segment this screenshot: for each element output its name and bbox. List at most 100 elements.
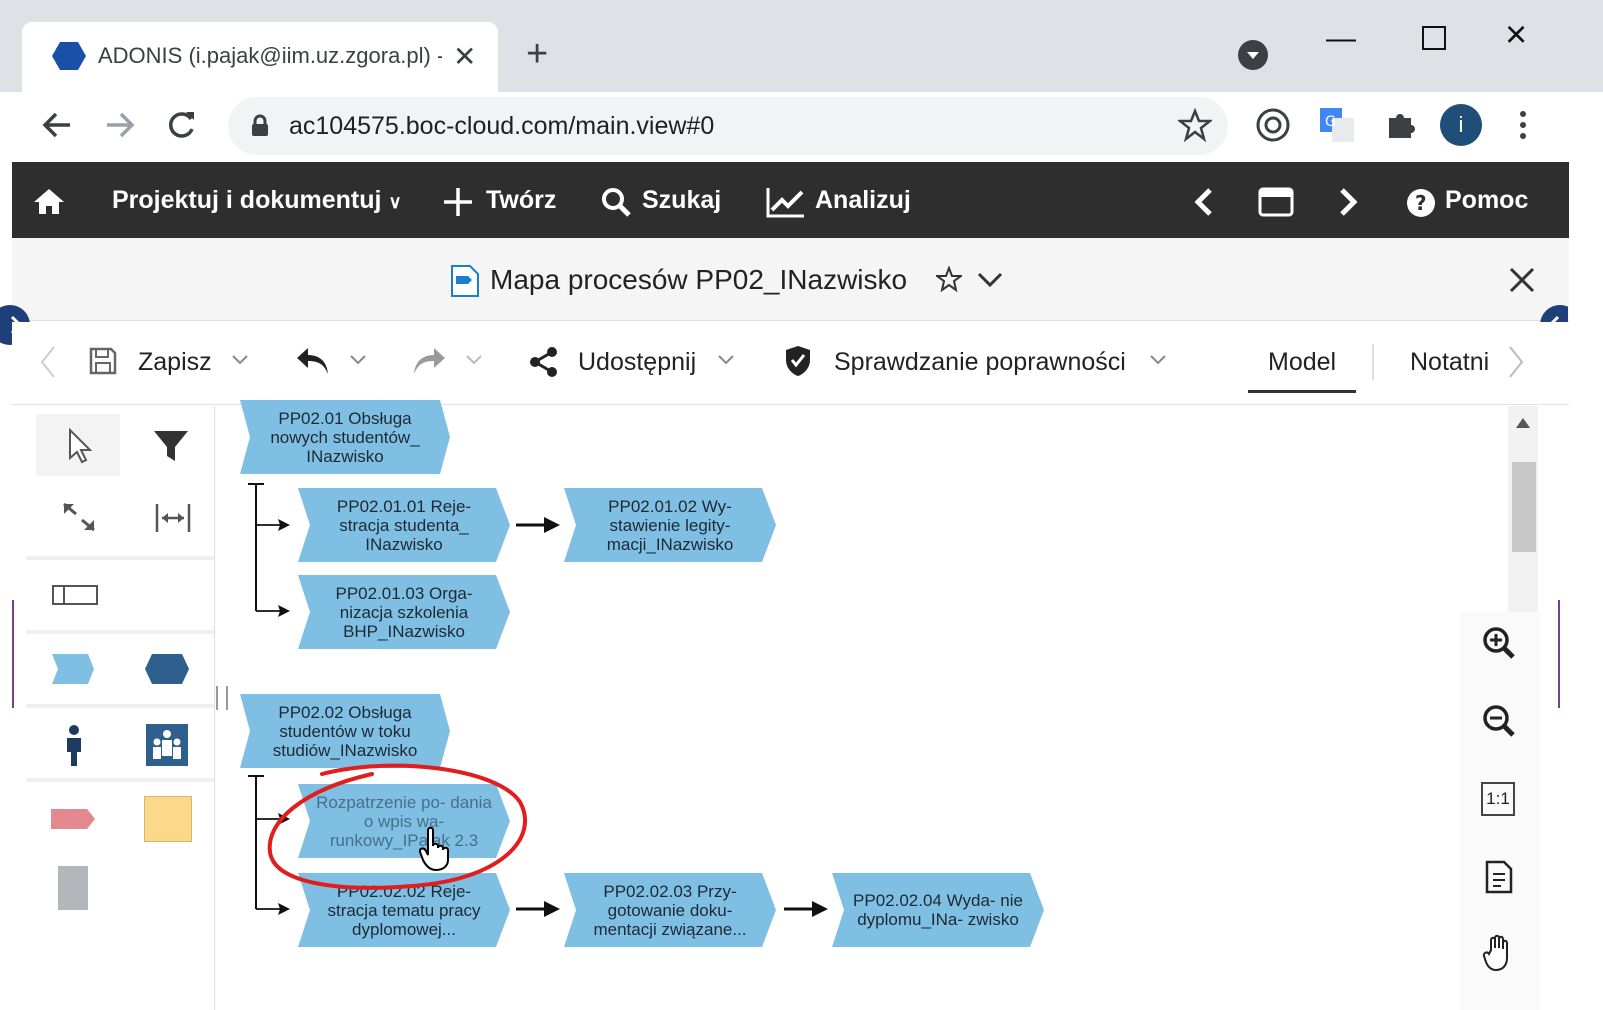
tab-close-icon[interactable]: ✕ bbox=[453, 40, 476, 73]
hand-cursor-icon bbox=[418, 826, 454, 872]
process-label: PP02.01 Obsługa nowych studentów_ INazwi… bbox=[270, 408, 420, 466]
analyze-chart-icon[interactable] bbox=[766, 186, 806, 218]
validation-button[interactable]: Sprawdzanie poprawności bbox=[834, 348, 1126, 377]
svg-text:?: ? bbox=[1415, 191, 1427, 215]
share-icon[interactable] bbox=[528, 346, 560, 378]
process-shape[interactable]: PP02.01.01 Reje- stracja studenta_ INazw… bbox=[298, 488, 510, 562]
scrollbar-thumb[interactable] bbox=[1512, 462, 1536, 552]
process-label: PP02.01.01 Reje- stracja studenta_ INazw… bbox=[336, 496, 472, 554]
process-shape[interactable]: PP02.02.04 Wyda- nie dyplomu_INa- zwisko bbox=[832, 873, 1044, 947]
previous-icon[interactable] bbox=[1192, 186, 1216, 218]
actual-size-button[interactable]: 1:1 bbox=[1481, 782, 1515, 816]
save-button[interactable]: Zapisz bbox=[138, 348, 212, 377]
annotation-circle bbox=[262, 760, 534, 896]
spacing-tool-icon[interactable] bbox=[154, 500, 192, 536]
process-label: PP02.01.02 Wy- stawienie legity- macji_I… bbox=[606, 496, 734, 554]
rectangle-shape-icon[interactable] bbox=[52, 584, 98, 606]
model-title: Mapa procesów PP02_INazwisko bbox=[490, 264, 908, 295]
share-dropdown-icon[interactable] bbox=[716, 352, 736, 368]
process-label: PP02.02 Obsługa studentów w toku studiów… bbox=[272, 702, 418, 760]
profile-menu-icon[interactable] bbox=[1238, 40, 1268, 70]
search-menu[interactable]: Szukaj bbox=[642, 186, 721, 215]
plus-icon[interactable] bbox=[442, 186, 474, 218]
bookmark-star-icon[interactable] bbox=[1178, 108, 1212, 142]
tab-model[interactable]: Model bbox=[1268, 348, 1336, 377]
palette-separator bbox=[26, 704, 214, 708]
process-group-shape-icon[interactable] bbox=[144, 652, 190, 686]
extension-icon[interactable] bbox=[1254, 106, 1292, 144]
window-edge-accent bbox=[1558, 600, 1560, 708]
person-role-icon[interactable] bbox=[62, 724, 86, 768]
favorite-star-icon[interactable] bbox=[936, 266, 962, 292]
share-button[interactable]: Udostępnij bbox=[578, 348, 696, 377]
validation-shield-icon[interactable] bbox=[784, 344, 812, 378]
reload-icon[interactable] bbox=[164, 108, 198, 142]
redo-icon[interactable] bbox=[410, 344, 448, 378]
process-shape[interactable]: PP02.01.02 Wy- stawienie legity- macji_I… bbox=[564, 488, 776, 562]
process-shape[interactable]: PP02.02.03 Przy- gotowanie doku- mentacj… bbox=[564, 873, 776, 947]
organization-unit-icon[interactable] bbox=[146, 724, 188, 766]
active-tab-indicator bbox=[1248, 390, 1356, 393]
tab-divider bbox=[1372, 344, 1374, 380]
process-label: PP02.02.03 Przy- gotowanie doku- mentacj… bbox=[593, 881, 747, 939]
browser-menu-icon[interactable] bbox=[1515, 108, 1531, 142]
connect-tool-icon[interactable] bbox=[60, 500, 98, 536]
model-dropdown-icon[interactable] bbox=[976, 270, 1004, 290]
note-shape-icon[interactable] bbox=[144, 796, 192, 842]
help-icon[interactable]: ? bbox=[1406, 188, 1436, 218]
undo-icon[interactable] bbox=[294, 344, 332, 378]
document-shape-icon[interactable] bbox=[58, 866, 88, 910]
lock-icon[interactable] bbox=[250, 114, 270, 138]
chevron-down-icon: ∨ bbox=[388, 192, 402, 212]
create-menu[interactable]: Twórz bbox=[486, 186, 556, 215]
minimize-icon[interactable]: — bbox=[1326, 22, 1356, 56]
tab-title: ADONIS (i.pajak@iim.uz.zgora.pl) - bbox=[98, 43, 442, 68]
user-avatar[interactable]: i bbox=[1440, 104, 1482, 146]
zoom-in-icon[interactable] bbox=[1482, 626, 1516, 660]
extensions-puzzle-icon[interactable] bbox=[1383, 108, 1417, 142]
help-menu[interactable]: Pomoc bbox=[1445, 186, 1528, 215]
home-icon[interactable] bbox=[32, 186, 66, 216]
redo-dropdown-icon[interactable] bbox=[464, 352, 484, 368]
process-group-shape[interactable]: PP02.01 Obsługa nowych studentów_ INazwi… bbox=[240, 400, 450, 474]
save-icon[interactable] bbox=[88, 346, 118, 376]
undo-dropdown-icon[interactable] bbox=[348, 352, 368, 368]
design-menu-label: Projektuj i dokumentuj bbox=[112, 186, 382, 214]
validation-dropdown-icon[interactable] bbox=[1148, 352, 1168, 368]
close-model-icon[interactable] bbox=[1508, 266, 1536, 294]
scroll-up-icon[interactable] bbox=[1514, 416, 1532, 430]
scroll-right-icon[interactable] bbox=[1506, 344, 1526, 380]
new-tab-button[interactable]: + bbox=[526, 33, 548, 76]
filter-icon[interactable] bbox=[152, 428, 190, 464]
next-icon[interactable] bbox=[1336, 186, 1360, 218]
fit-to-page-icon[interactable] bbox=[1484, 860, 1514, 894]
palette-separator bbox=[26, 630, 214, 634]
process-shape[interactable]: PP02.01.03 Orga- nizacja szkolenia BHP_I… bbox=[298, 575, 510, 649]
process-shape-icon[interactable] bbox=[50, 652, 96, 686]
forward-icon[interactable] bbox=[103, 108, 137, 142]
process-group-shape[interactable]: PP02.02 Obsługa studentów w toku studiów… bbox=[240, 694, 450, 768]
window-icon[interactable] bbox=[1258, 187, 1294, 217]
palette-resize-handle[interactable] bbox=[216, 686, 228, 710]
maximize-icon[interactable] bbox=[1422, 26, 1446, 50]
save-dropdown-icon[interactable] bbox=[230, 352, 250, 368]
adonis-favicon-icon bbox=[52, 40, 86, 72]
event-shape-icon[interactable] bbox=[50, 806, 96, 832]
window-close-icon[interactable]: × bbox=[1505, 14, 1527, 57]
search-icon[interactable] bbox=[600, 186, 632, 218]
design-document-menu[interactable]: Projektuj i dokumentuj ∨ bbox=[112, 186, 402, 215]
svg-text:G: G bbox=[1325, 114, 1336, 130]
analyze-menu[interactable]: Analizuj bbox=[815, 186, 911, 215]
scroll-left-icon[interactable] bbox=[38, 344, 58, 380]
palette-separator bbox=[26, 556, 214, 560]
model-file-icon bbox=[448, 264, 482, 298]
select-tool[interactable] bbox=[36, 414, 120, 476]
palette-separator bbox=[26, 778, 214, 782]
tab-notebook[interactable]: Notatni bbox=[1410, 348, 1489, 377]
pan-hand-icon[interactable] bbox=[1482, 934, 1516, 972]
url-text[interactable]: ac104575.boc-cloud.com/main.view#0 bbox=[289, 112, 714, 141]
zoom-out-icon[interactable] bbox=[1482, 704, 1516, 738]
back-icon[interactable] bbox=[40, 108, 74, 142]
window-edge-accent bbox=[12, 600, 14, 708]
google-translate-icon[interactable]: G bbox=[1318, 106, 1356, 144]
